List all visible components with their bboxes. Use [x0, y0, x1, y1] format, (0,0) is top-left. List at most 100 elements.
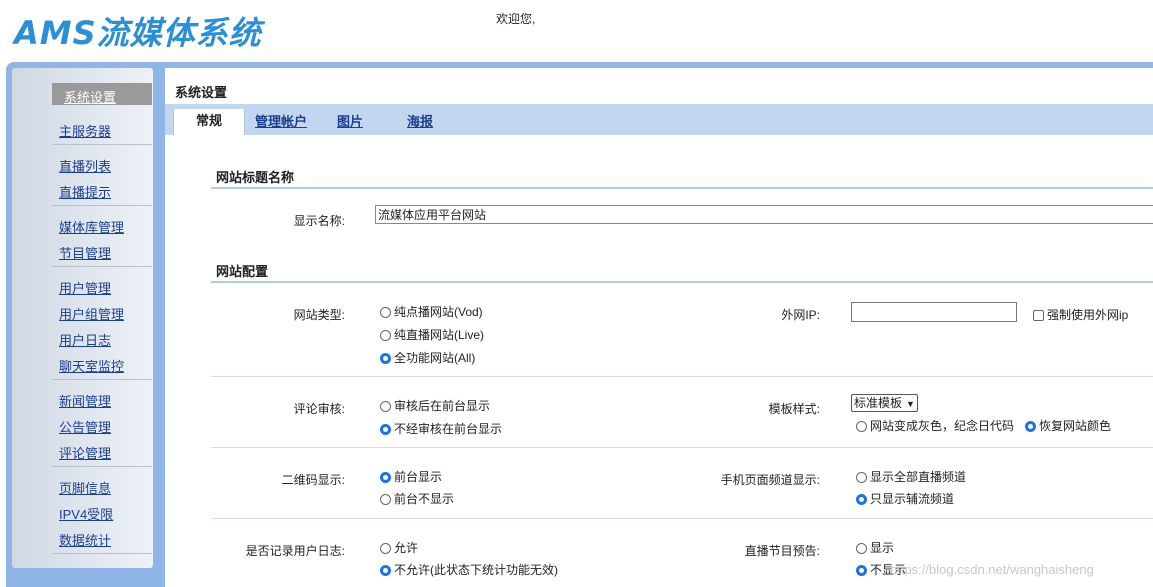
sidebar-item-comments[interactable]: 评论管理	[59, 443, 111, 462]
option-label: 前台不显示	[394, 492, 455, 506]
template-style-select[interactable]: 标准模板 ▼	[851, 394, 918, 412]
qrcode-option-hide[interactable]: 前台不显示	[380, 490, 454, 507]
sidebar-item-ipv4[interactable]: IPV4受限	[59, 504, 113, 523]
sidebar-item-user-log[interactable]: 用户日志	[59, 330, 111, 349]
radio-button[interactable]	[380, 330, 391, 341]
sidebar-divider	[52, 466, 152, 467]
external-ip-label: 外网IP:	[781, 308, 820, 322]
radio-button[interactable]	[856, 543, 867, 554]
sidebar-divider	[52, 266, 152, 267]
site-type-option-live[interactable]: 纯直播网站(Live)	[380, 326, 484, 343]
comment-review-label: 评论审核:	[293, 402, 345, 416]
comment-review-option-after[interactable]: 审核后在前台显示	[380, 397, 490, 414]
sidebar-item-media-library[interactable]: 媒体库管理	[59, 217, 124, 236]
app-logo: AMS流媒体系统	[14, 14, 262, 52]
option-label: 恢复网站颜色	[1039, 419, 1112, 433]
option-label: 允许	[394, 541, 419, 555]
option-label: 显示全部直播频道	[870, 470, 967, 484]
sidebar-item-user-groups[interactable]: 用户组管理	[59, 304, 124, 323]
radio-button-selected[interactable]	[1025, 421, 1036, 432]
checkbox-label: 强制使用外网ip	[1047, 308, 1129, 322]
live-preview-label: 直播节目预告:	[744, 544, 820, 558]
force-external-ip-checkbox[interactable]: 强制使用外网ip	[1033, 306, 1128, 323]
sidebar-item-main-server[interactable]: 主服务器	[59, 121, 111, 140]
radio-button[interactable]	[380, 543, 391, 554]
mobile-channel-option-all[interactable]: 显示全部直播频道	[856, 468, 966, 485]
select-value: 标准模板	[854, 396, 903, 410]
sidebar-divider	[52, 205, 152, 206]
sidebar-item-program[interactable]: 节目管理	[59, 243, 111, 262]
tab-admin-account[interactable]: 管理帐户	[255, 110, 307, 135]
sidebar-divider	[52, 379, 152, 380]
watermark-text: https://blog.csdn.net/wanghaisheng	[890, 562, 1094, 577]
sidebar-item-chatroom[interactable]: 聊天室监控	[59, 356, 124, 375]
main-panel: 系统设置 常规 管理帐户 图片 海报 网站标题名称 显示名称: 流媒体应用平台网…	[165, 68, 1153, 587]
site-type-option-vod[interactable]: 纯点播网站(Vod)	[380, 303, 483, 320]
sidebar-item-live-list[interactable]: 直播列表	[59, 156, 111, 175]
comment-review-option-direct[interactable]: 不经审核在前台显示	[380, 420, 502, 437]
external-ip-input[interactable]	[851, 302, 1017, 322]
template-style-label: 模板样式:	[768, 402, 820, 416]
user-log-label: 是否记录用户日志:	[245, 544, 345, 558]
chevron-down-icon: ▼	[906, 399, 915, 409]
sidebar-item-live-tips[interactable]: 直播提示	[59, 182, 111, 201]
site-type-label: 网站类型:	[293, 308, 345, 322]
template-option-gray[interactable]: 网站变成灰色，纪念日代码	[856, 417, 1014, 434]
radio-button[interactable]	[856, 472, 867, 483]
sidebar-header[interactable]: 系统设置	[52, 83, 152, 105]
display-name-label: 显示名称:	[293, 214, 345, 228]
radio-button[interactable]	[380, 307, 391, 318]
display-name-input[interactable]: 流媒体应用平台网站	[375, 205, 1153, 224]
radio-button-selected[interactable]	[380, 353, 391, 364]
mobile-channel-option-aux[interactable]: 只显示辅流频道	[856, 490, 954, 507]
tab-bar: 常规 管理帐户 图片 海报	[165, 104, 1153, 135]
section-divider	[211, 281, 1153, 283]
radio-button[interactable]	[380, 494, 391, 505]
option-label: 前台显示	[394, 470, 443, 484]
option-label: 不允许(此状态下统计功能无效)	[394, 563, 558, 577]
option-label: 网站变成灰色，纪念日代码	[870, 419, 1015, 433]
section-title-site-name: 网站标题名称	[216, 170, 295, 185]
option-label: 只显示辅流频道	[870, 492, 955, 506]
option-label: 全功能网站(All)	[394, 351, 476, 365]
row-divider	[211, 518, 1153, 519]
tab-general[interactable]: 常规	[173, 109, 246, 135]
radio-button[interactable]	[856, 421, 867, 432]
template-option-restore[interactable]: 恢复网站颜色	[1025, 417, 1111, 434]
user-log-option-deny[interactable]: 不允许(此状态下统计功能无效)	[380, 561, 558, 578]
option-label: 审核后在前台显示	[394, 399, 491, 413]
live-preview-option-show[interactable]: 显示	[856, 539, 894, 556]
tab-posters[interactable]: 海报	[407, 110, 433, 135]
row-divider	[211, 447, 1153, 448]
radio-button-selected[interactable]	[380, 472, 391, 483]
qrcode-label: 二维码显示:	[281, 473, 345, 487]
sidebar-item-notice[interactable]: 公告管理	[59, 417, 111, 436]
row-divider	[211, 376, 1153, 377]
sidebar-header-label[interactable]: 系统设置	[64, 87, 116, 106]
radio-button-selected[interactable]	[380, 424, 391, 435]
tab-images[interactable]: 图片	[337, 110, 363, 135]
option-label: 显示	[870, 541, 895, 555]
sidebar-item-news[interactable]: 新闻管理	[59, 391, 111, 410]
mobile-channel-label: 手机页面频道显示:	[720, 473, 820, 487]
sidebar-item-users[interactable]: 用户管理	[59, 278, 111, 297]
sidebar-divider	[52, 553, 152, 554]
option-label: 纯点播网站(Vod)	[394, 305, 483, 319]
radio-button-selected[interactable]	[856, 494, 867, 505]
checkbox[interactable]	[1033, 310, 1044, 321]
radio-button-selected[interactable]	[380, 565, 391, 576]
radio-button-selected[interactable]	[856, 565, 867, 576]
radio-button[interactable]	[380, 401, 391, 412]
option-label: 不经审核在前台显示	[394, 422, 503, 436]
sidebar-divider	[52, 144, 152, 145]
section-divider	[211, 187, 1153, 189]
sidebar-item-stats[interactable]: 数据统计	[59, 530, 111, 549]
section-title-site-config: 网站配置	[216, 264, 269, 279]
page-title: 系统设置	[175, 85, 228, 100]
user-log-option-allow[interactable]: 允许	[380, 539, 418, 556]
welcome-text: 欢迎您,	[496, 12, 536, 26]
option-label: 纯直播网站(Live)	[394, 328, 485, 342]
sidebar-item-footer[interactable]: 页脚信息	[59, 478, 111, 497]
site-type-option-all[interactable]: 全功能网站(All)	[380, 349, 475, 366]
qrcode-option-show[interactable]: 前台显示	[380, 468, 442, 485]
